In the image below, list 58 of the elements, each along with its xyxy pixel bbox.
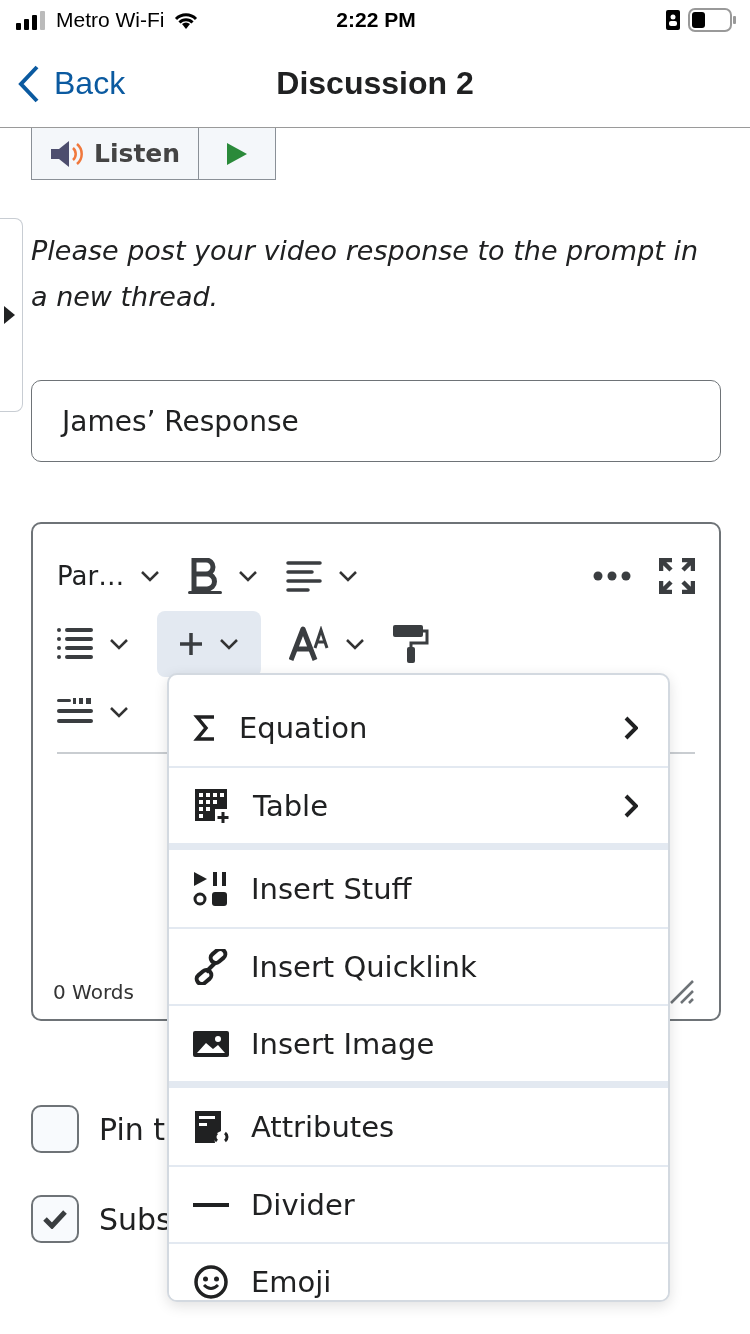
chevron-right-icon: [624, 715, 638, 740]
chevron-down-icon: [345, 638, 365, 650]
speaker-icon: [50, 139, 86, 168]
subject-field[interactable]: James’ Response: [31, 380, 721, 462]
sidebar-toggle[interactable]: [0, 218, 23, 412]
font-size-icon: [289, 626, 329, 662]
id-badge-icon: [666, 10, 680, 30]
listen-button[interactable]: Listen: [31, 128, 200, 180]
chevron-down-icon: [109, 638, 129, 650]
carrier-name: Metro Wi-Fi: [56, 8, 165, 32]
media-controls-icon: [193, 870, 229, 907]
play-icon: [227, 142, 248, 165]
bold-icon: [188, 558, 223, 594]
checkbox[interactable]: [31, 1195, 79, 1243]
page-title: Discussion 2: [276, 65, 474, 102]
prompt-text: Please post your video response to the prompt in a new thread.: [31, 234, 700, 314]
chevron-down-icon: [238, 570, 259, 582]
triangle-right-icon: [4, 306, 15, 324]
chevron-down-icon: [338, 570, 359, 582]
menu-item[interactable]: Attributes: [169, 1088, 668, 1165]
paint-roller-icon: [393, 625, 429, 663]
signal-icon: [16, 10, 48, 30]
menu-item[interactable]: Equation: [169, 689, 668, 766]
plus-icon: [179, 632, 203, 656]
chevron-down-icon: [140, 570, 161, 582]
resize-handle-icon[interactable]: [669, 979, 695, 1005]
chevron-right-icon: [624, 793, 638, 818]
menu-item[interactable]: Insert Image: [169, 1004, 668, 1081]
back-button[interactable]: Back: [0, 64, 126, 103]
sigma-icon: [193, 712, 217, 743]
insert-button[interactable]: [157, 611, 261, 677]
word-count: 0 Words: [53, 980, 134, 1004]
chevron-down-icon: [219, 638, 239, 650]
chevron-down-icon: [109, 706, 129, 718]
image-icon: [193, 1030, 229, 1057]
align-left-icon: [286, 560, 323, 592]
option-label: Pin t: [99, 1111, 166, 1147]
table-add-icon: [193, 786, 231, 825]
menu-item[interactable]: Divider: [169, 1165, 668, 1242]
menu-item[interactable]: Insert Quicklink: [169, 927, 668, 1004]
menu-item[interactable]: Insert Stuff: [169, 850, 668, 927]
battery-icon: [688, 8, 736, 32]
play-button[interactable]: [199, 128, 277, 180]
checkmark-icon: [42, 1209, 68, 1229]
status-time: 2:22 PM: [336, 8, 416, 32]
bullet-list-icon: [57, 627, 93, 661]
checkbox[interactable]: [31, 1105, 79, 1153]
attributes-icon: [193, 1108, 229, 1145]
expand-icon: [659, 558, 695, 594]
smiley-icon: [193, 1263, 229, 1300]
menu-item[interactable]: Emoji: [169, 1242, 668, 1300]
numbered-lines-icon: [57, 698, 93, 726]
more-icon: [593, 571, 631, 581]
chevron-left-icon: [18, 64, 40, 103]
wifi-icon: [172, 10, 199, 30]
link-icon: [193, 948, 229, 985]
menu-item[interactable]: Table: [169, 766, 668, 843]
format-dropdown[interactable]: Par…: [57, 543, 161, 609]
